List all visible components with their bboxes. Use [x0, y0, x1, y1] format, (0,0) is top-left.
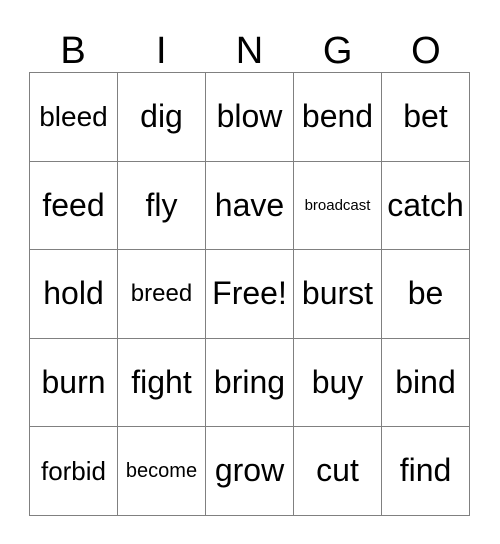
bingo-cell-label: hold — [43, 275, 104, 312]
bingo-cell-r4c5[interactable]: bind — [382, 338, 470, 428]
bingo-cell-label: broadcast — [304, 196, 371, 214]
bingo-cell-r4c1[interactable]: burn — [30, 338, 118, 428]
bingo-cell-label: burst — [301, 275, 374, 312]
bingo-cell-r3c4[interactable]: burst — [294, 250, 382, 339]
bingo-cell-r5c3[interactable]: grow — [206, 427, 294, 516]
bingo-cell-label: cut — [316, 452, 359, 489]
bingo-cell-label: fly — [145, 186, 178, 223]
bingo-cell-r1c3[interactable]: blow — [206, 73, 294, 162]
bingo-cell-label: bend — [301, 98, 374, 134]
bingo-cell-label: buy — [311, 363, 364, 400]
bingo-cell-label: blow — [216, 98, 283, 134]
bingo-cell-label: forbid — [40, 455, 107, 486]
bingo-cell-label: burn — [41, 363, 106, 400]
bingo-cell-r1c2[interactable]: dig — [118, 73, 206, 162]
bingo-header-letter-n: N — [235, 30, 264, 72]
bingo-cell-r3c1[interactable]: hold — [30, 250, 118, 339]
bingo-cell-label: be — [407, 275, 444, 312]
bingo-cell-r4c2[interactable]: fight — [118, 338, 206, 428]
bingo-cell-r2c4[interactable]: broadcast — [294, 161, 382, 251]
bingo-free-space-label: Free! — [212, 275, 287, 312]
bingo-cell-r4c4[interactable]: buy — [294, 338, 382, 428]
bingo-grid: bleed dig blow bend bet feed fly have br… — [29, 72, 470, 516]
bingo-card: B I N G O bleed dig blow bend bet feed f… — [0, 0, 500, 544]
bingo-cell-label: fight — [131, 363, 192, 400]
bingo-cell-label: bind — [395, 363, 456, 400]
bingo-header-row: B I N G O — [29, 18, 470, 72]
bingo-cell-label: dig — [140, 98, 183, 134]
bingo-header-letter-b: B — [60, 30, 86, 72]
bingo-cell-r1c1[interactable]: bleed — [30, 73, 118, 162]
bingo-cell-r1c4[interactable]: bend — [294, 73, 382, 162]
bingo-cell-label: grow — [214, 452, 285, 489]
bingo-cell-r3c2[interactable]: breed — [118, 250, 206, 339]
bingo-cell-label: catch — [387, 186, 464, 223]
bingo-header-letter-i: I — [156, 30, 167, 72]
bingo-cell-label: feed — [42, 186, 105, 223]
bingo-cell-label: bet — [403, 98, 448, 134]
bingo-cell-label: bring — [213, 363, 286, 400]
bingo-header-letter-g: G — [322, 30, 353, 72]
bingo-cell-label: breed — [130, 280, 193, 308]
bingo-cell-free-space[interactable]: Free! — [206, 250, 294, 339]
bingo-cell-r4c3[interactable]: bring — [206, 338, 294, 428]
bingo-cell-r2c2[interactable]: fly — [118, 161, 206, 251]
bingo-cell-label: bleed — [39, 101, 108, 133]
bingo-cell-r5c5[interactable]: find — [382, 427, 470, 516]
bingo-cell-r2c5[interactable]: catch — [382, 161, 470, 251]
bingo-cell-r2c1[interactable]: feed — [30, 161, 118, 251]
bingo-cell-r5c4[interactable]: cut — [294, 427, 382, 516]
bingo-cell-r2c3[interactable]: have — [206, 161, 294, 251]
bingo-cell-r3c5[interactable]: be — [382, 250, 470, 339]
bingo-cell-r5c1[interactable]: forbid — [30, 427, 118, 516]
bingo-header-letter-o: O — [411, 30, 441, 72]
bingo-cell-label: become — [125, 459, 198, 482]
bingo-cell-r5c2[interactable]: become — [118, 427, 206, 516]
bingo-cell-label: find — [399, 452, 452, 489]
bingo-cell-r1c5[interactable]: bet — [382, 73, 470, 162]
bingo-cell-label: have — [214, 186, 285, 223]
